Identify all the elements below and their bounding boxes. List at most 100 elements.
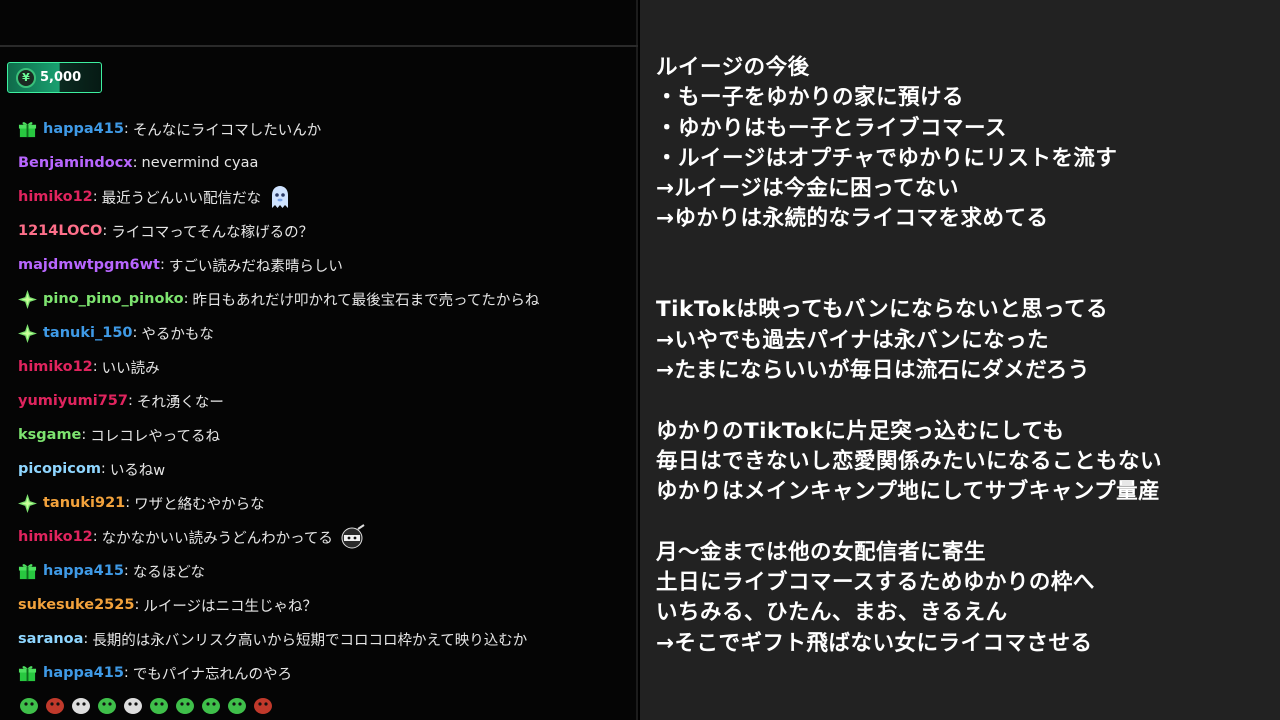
note-line [656, 507, 1162, 537]
notes-pane: ルイージの今後 ・もー子をゆかりの家に預ける ・ゆかりはもー子とライブコマース ・ルイ… [640, 0, 1280, 720]
chat-separator: : [123, 665, 129, 681]
chat-pane: ¥ 5,000 happa415: そんなにライコマしたいんか Benjamindo… [0, 0, 638, 720]
chat-separator: : [123, 563, 129, 579]
chat-separator: : [92, 189, 98, 205]
coin-amount: 5,000 [40, 70, 82, 85]
chat-text: 昨日もあれだけ叩かれて最後宝石まで売ってたからね [192, 292, 540, 309]
emote-bar [18, 695, 274, 715]
chat-username[interactable]: pino_pino_pinoko [43, 291, 184, 307]
frog-face-emote-icon[interactable] [96, 695, 118, 715]
note-line: 土日にライブコマースするためゆかりの枠へ [656, 570, 1095, 596]
skull-emote-icon[interactable] [70, 695, 92, 715]
chat-message: tanuki_150: やるかもな [18, 316, 628, 350]
chat-separator: : [92, 359, 98, 375]
chat-text: なかなかいい読みうどんわかってる [101, 530, 333, 547]
chat-username[interactable]: happa415 [43, 665, 124, 681]
chat-username[interactable]: ksgame [18, 427, 81, 443]
note-line: ・ゆかりはもー子とライブコマース [656, 115, 1007, 141]
gift-badge-icon [18, 562, 37, 581]
chat-separator: : [100, 461, 106, 477]
note-line: 毎日はできないし恋愛関係みたいになることもない [656, 448, 1163, 474]
chat-username[interactable]: sukesuke2525 [18, 597, 134, 613]
note-line: →たまにならいいが毎日は流石にダメだろう [656, 357, 1090, 383]
chat-username[interactable]: tanuki_150 [43, 325, 133, 341]
note-line: ゆかりのTikTokに片足突っ込むにしても [656, 418, 1065, 444]
frog-hat-emote-icon[interactable] [122, 695, 144, 715]
chat-separator: : [132, 155, 138, 171]
note-line: 月〜金までは他の女配信者に寄生 [656, 539, 987, 565]
chat-message: himiko12: 最近うどんいい配信だな [18, 180, 628, 214]
chat-text: nevermind cyaa [141, 155, 259, 171]
ghost-emote-icon [261, 184, 293, 210]
frog-small-emote-icon[interactable] [200, 695, 222, 715]
chat-message: 1214LOCO: ライコマってそんな稼げるの？ [18, 214, 628, 248]
note-line: ルイージの今後 [656, 55, 810, 80]
chat-separator: : [127, 393, 133, 409]
star-badge-icon [18, 289, 37, 309]
chat-separator: : [123, 121, 129, 137]
frog-wink-emote-icon[interactable] [226, 695, 248, 715]
coin-balance-badge[interactable]: ¥ 5,000 [7, 62, 102, 93]
chat-text: ルイージはニコ生じゃね？ [143, 598, 318, 615]
chat-separator: : [132, 325, 138, 341]
chat-username[interactable]: happa415 [43, 563, 124, 579]
chat-text: すごい読みだね素晴らしい [168, 258, 343, 275]
chat-username[interactable]: saranoa [18, 631, 83, 647]
chat-message-list: happa415: そんなにライコマしたいんか Benjamindocx: never… [18, 112, 628, 690]
chat-separator: : [102, 223, 108, 239]
chat-username[interactable]: majdmwtpgm6wt [18, 257, 160, 273]
chat-username[interactable]: picopicom [18, 461, 101, 477]
chat-username[interactable]: 1214LOCO [18, 223, 102, 239]
frog-smile-emote-icon[interactable] [148, 695, 170, 715]
chat-text: でもパイナ忘れんのやろ [132, 666, 293, 683]
chat-message: Benjamindocx: nevermind cyaa [18, 146, 628, 180]
star-badge-icon [18, 323, 37, 343]
chat-separator: : [159, 257, 165, 273]
note-line: ・もー子をゆかりの家に預ける [656, 85, 965, 111]
chat-text: なるほどな [132, 564, 206, 581]
chat-username[interactable]: happa415 [43, 121, 124, 137]
coin-icon: ¥ [16, 67, 36, 88]
note-line [656, 235, 1162, 265]
note-line: ゆかりはメインキャンプ地にしてサブキャンプ量産 [656, 479, 1161, 505]
ninja-emote-icon [333, 524, 365, 550]
frog-red-emote-icon[interactable] [252, 695, 274, 715]
chat-message: happa415: そんなにライコマしたいんか [18, 112, 628, 146]
chat-message: saranoa: 長期的は永バンリスク高いから短期でコロコロ枠かえて映り込むか [18, 622, 628, 656]
chat-username[interactable]: himiko12 [18, 359, 93, 375]
chat-separator: : [125, 495, 131, 511]
chat-message: tanuki921: ワザと絡むやからな [18, 486, 628, 520]
note-line [656, 386, 1162, 416]
chat-text: ライコマってそんな稼げるの？ [111, 224, 314, 241]
chat-username[interactable]: Benjamindocx [18, 155, 133, 171]
chat-text: コレコレやってるね [90, 428, 221, 445]
chat-text: ワザと絡むやからな [134, 496, 265, 513]
chat-separator: : [92, 529, 98, 545]
chat-username[interactable]: yumiyumi757 [18, 393, 128, 409]
gift-badge-icon [18, 120, 37, 139]
gift-badge-icon [18, 664, 37, 683]
chat-separator: : [183, 291, 189, 307]
chat-separator: : [134, 597, 140, 613]
chat-message: picopicom: いるねw [18, 452, 628, 486]
chat-text: それ湧くなー [136, 394, 224, 411]
chat-message: sukesuke2525: ルイージはニコ生じゃね？ [18, 588, 628, 622]
note-line: TikTokは映ってもバンにならないと思ってる [656, 297, 1109, 323]
chat-text: いい読み [101, 360, 160, 377]
chat-message: majdmwtpgm6wt: すごい読みだね素晴らしい [18, 248, 628, 282]
box-emote-icon[interactable] [44, 695, 66, 715]
note-line: →そこでギフト飛ばない女にライコマさせる [656, 630, 1093, 656]
divider [0, 45, 638, 47]
chat-message: ksgame: コレコレやってるね [18, 418, 628, 452]
chat-separator: : [83, 631, 89, 647]
frog-emote-icon[interactable] [18, 695, 40, 715]
chat-text: やるかもな [141, 326, 214, 343]
note-line: →ゆかりは永続的なライコマを求めてる [656, 206, 1049, 232]
note-line: →いやでも過去パイナは永バンになった [656, 327, 1050, 353]
chat-username[interactable]: tanuki921 [43, 495, 125, 511]
chat-message: pino_pino_pinoko: 昨日もあれだけ叩かれて最後宝石まで売ってたから… [18, 282, 628, 316]
frog-blob-emote-icon[interactable] [174, 695, 196, 715]
chat-username[interactable]: himiko12 [18, 189, 93, 205]
chat-username[interactable]: himiko12 [18, 529, 93, 545]
chat-message: himiko12: なかなかいい読みうどんわかってる [18, 520, 628, 554]
